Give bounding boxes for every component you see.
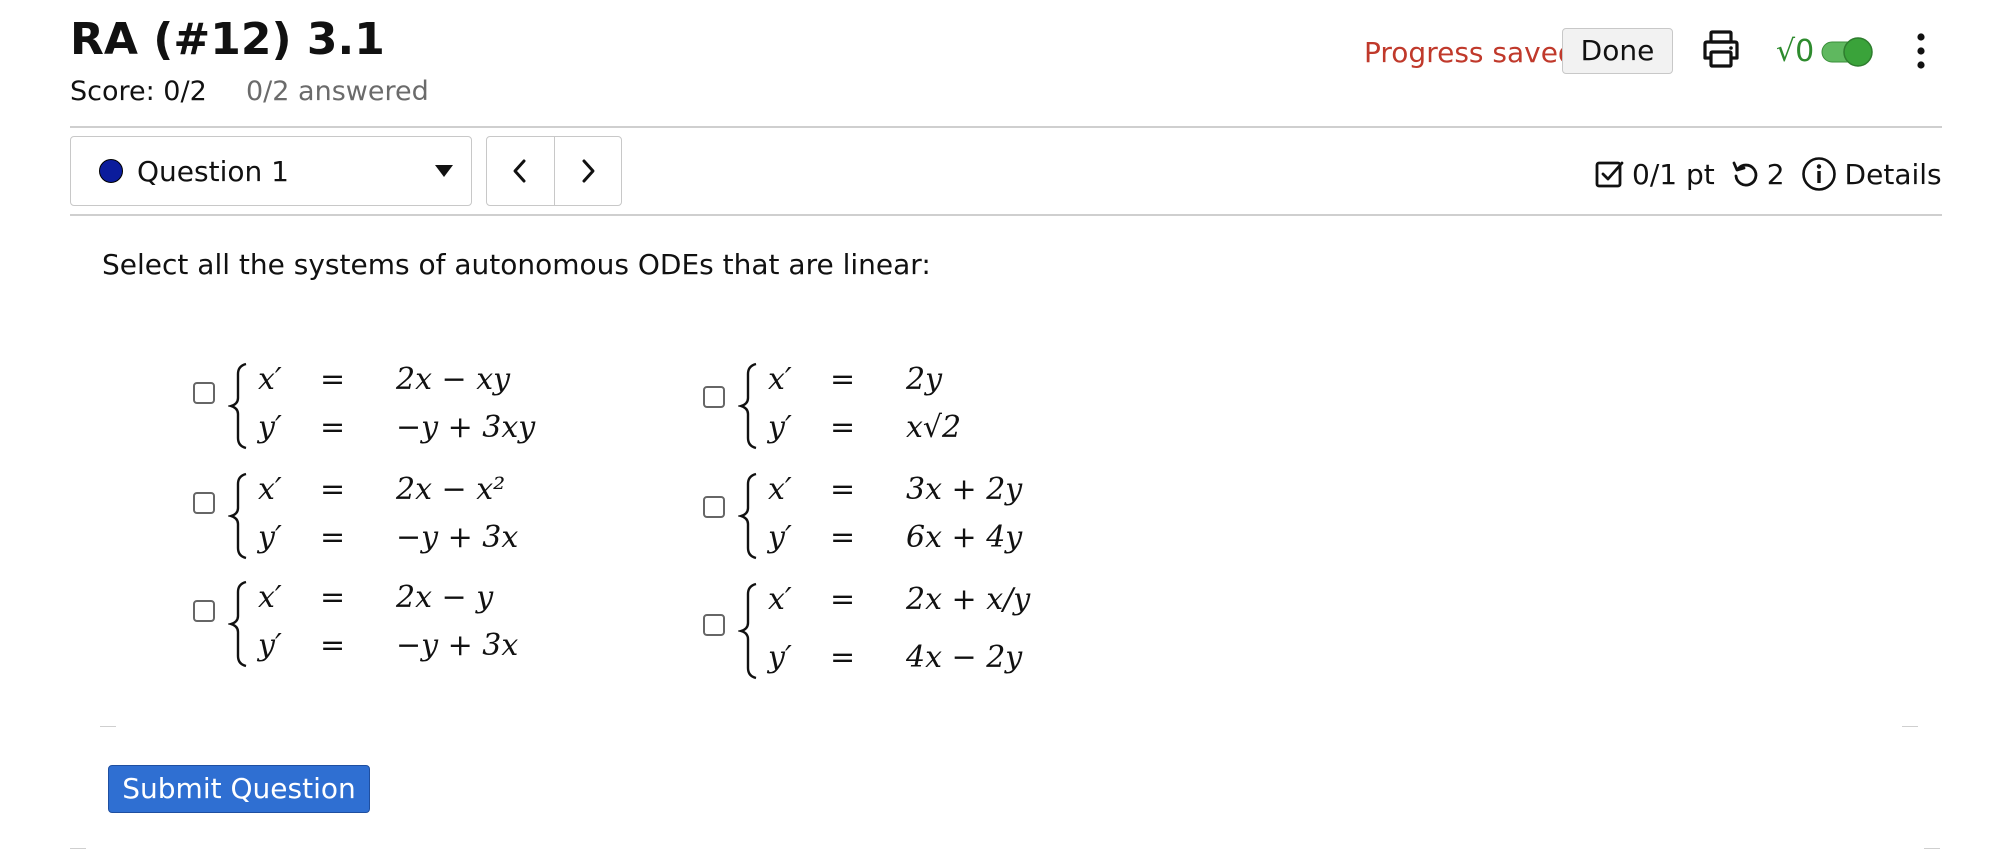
equation-lhs-x: x′	[258, 472, 282, 507]
equation-lhs-x: x′	[258, 580, 282, 615]
choice-checkbox[interactable]	[703, 496, 725, 518]
equation-rhs-x: 2x + x/y	[906, 582, 1031, 617]
equals-sign: =	[320, 520, 346, 555]
equation-lhs-y: y′	[768, 520, 792, 555]
equals-sign: =	[320, 362, 346, 397]
equation-rhs-y: x√2	[906, 410, 962, 445]
caret-down-icon	[435, 165, 453, 177]
details-label: Details	[1844, 157, 1942, 191]
equals-sign: =	[830, 640, 856, 675]
equation-rhs-y: −y + 3x	[396, 520, 519, 555]
choice-checkbox[interactable]	[193, 492, 215, 514]
equals-sign: =	[320, 410, 346, 445]
score-text: Score: 0/2	[70, 76, 207, 107]
header-divider	[70, 126, 1942, 128]
done-button[interactable]: Done	[1562, 28, 1673, 74]
brace-icon	[738, 472, 757, 560]
equation-lhs-x: x′	[768, 362, 792, 397]
equals-sign: =	[830, 582, 856, 617]
brace-icon	[228, 362, 247, 450]
choice-checkbox[interactable]	[193, 600, 215, 622]
question-select-label: Question 1	[137, 155, 289, 188]
choice-checkbox[interactable]	[193, 382, 215, 404]
equation-rhs-x: 2x − y	[396, 580, 494, 615]
equation-rhs-x: 2x − xy	[396, 362, 511, 397]
equation-rhs-x: 3x + 2y	[906, 472, 1023, 507]
details-link[interactable]: Details	[1801, 156, 1942, 192]
retry-icon	[1732, 161, 1758, 187]
progress-status: Progress saved	[1364, 36, 1576, 69]
divider	[1902, 726, 1918, 727]
equals-sign: =	[830, 410, 856, 445]
equals-sign: =	[320, 580, 346, 615]
equals-sign: =	[830, 520, 856, 555]
equation-lhs-y: y′	[768, 410, 792, 445]
points-text: 0/1 pt	[1632, 157, 1715, 191]
chevron-left-icon	[513, 159, 526, 183]
checkbox-score-icon	[1595, 161, 1624, 188]
equation-lhs-x: x′	[768, 472, 792, 507]
math-toggle-label: √0	[1776, 34, 1814, 69]
chevron-right-icon	[582, 159, 595, 183]
brace-icon	[738, 582, 757, 680]
question-prompt: Select all the systems of autonomous ODE…	[102, 248, 931, 281]
divider	[1924, 848, 1940, 849]
divider	[70, 848, 86, 849]
choice-checkbox[interactable]	[703, 614, 725, 636]
question-select[interactable]: Question 1	[70, 136, 472, 206]
question-status-dot	[99, 159, 123, 183]
brace-icon	[228, 472, 247, 560]
equation-lhs-x: x′	[768, 582, 792, 617]
equation-rhs-y: 4x − 2y	[906, 640, 1023, 675]
divider	[100, 726, 116, 727]
equation-rhs-y: −y + 3x	[396, 628, 519, 663]
question-nav-group	[486, 136, 622, 206]
equals-sign: =	[830, 362, 856, 397]
equals-sign: =	[320, 628, 346, 663]
equation-lhs-y: y′	[258, 628, 282, 663]
info-icon	[1801, 157, 1836, 191]
answered-count: 0/2 answered	[246, 76, 429, 107]
equation-lhs-x: x′	[258, 362, 282, 397]
previous-question-button[interactable]	[487, 137, 555, 205]
next-question-button[interactable]	[555, 137, 621, 205]
equation-lhs-y: y′	[258, 410, 282, 445]
equation-lhs-y: y′	[768, 640, 792, 675]
choice-checkbox[interactable]	[703, 386, 725, 408]
equation-rhs-x: 2x − x²	[396, 472, 506, 507]
submit-question-button[interactable]: Submit Question	[108, 765, 370, 813]
brace-icon	[738, 362, 757, 450]
equation-rhs-y: −y + 3xy	[396, 410, 536, 445]
attempts-count: 2	[1766, 157, 1785, 191]
assignment-title: RA (#12) 3.1	[70, 14, 385, 65]
equals-sign: =	[320, 472, 346, 507]
more-vertical-icon[interactable]	[1908, 30, 1934, 72]
equation-rhs-y: 6x + 4y	[906, 520, 1023, 555]
equals-sign: =	[830, 472, 856, 507]
printer-icon[interactable]	[1700, 28, 1742, 70]
question-meta: 0/1 pt 2 Details	[1594, 154, 1942, 194]
brace-icon	[228, 580, 247, 668]
equation-rhs-x: 2y	[906, 362, 943, 397]
equation-lhs-y: y′	[258, 520, 282, 555]
math-toggle-icon[interactable]: √0	[1776, 28, 1878, 72]
nav-divider	[70, 214, 1942, 216]
